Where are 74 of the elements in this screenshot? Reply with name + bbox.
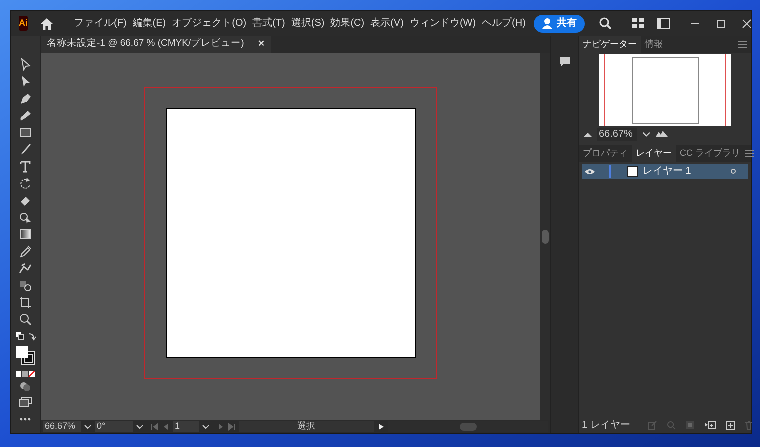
person-icon [542, 18, 553, 29]
tool-status[interactable]: 選択 [239, 421, 374, 432]
scroll-thumb[interactable] [542, 230, 548, 244]
zoom-in-icon[interactable] [656, 131, 668, 137]
dropdown-icon[interactable] [202, 422, 210, 430]
selection-arrow-icon[interactable] [19, 58, 32, 71]
eyedropper-icon[interactable] [19, 245, 32, 258]
pen-icon[interactable] [19, 92, 32, 105]
panel-icon[interactable] [656, 18, 670, 29]
panel-menu-icon[interactable] [738, 41, 747, 48]
dropdown-icon[interactable] [642, 130, 651, 138]
menu-item[interactable]: 編集(E) [132, 16, 166, 31]
comment-icon[interactable] [558, 56, 570, 68]
eye-icon[interactable] [585, 168, 595, 174]
more-icon[interactable] [20, 418, 31, 421]
rectangle-icon[interactable] [19, 126, 32, 139]
app-logo: Ai [19, 16, 28, 31]
shape-builder-icon[interactable] [19, 211, 32, 224]
play-icon[interactable] [377, 422, 385, 430]
panel-tab[interactable]: ナビゲーター [579, 36, 641, 53]
new-layer-icon[interactable] [726, 421, 736, 430]
menu-item[interactable]: ヘルプ(H) [482, 16, 526, 31]
rotate-icon[interactable] [19, 177, 32, 190]
swap-colors-icon[interactable] [16, 332, 36, 341]
brush-icon[interactable] [19, 143, 32, 156]
curvature-pen-icon[interactable] [19, 109, 32, 122]
search-icon[interactable] [598, 17, 612, 30]
new-sublayer-icon[interactable] [705, 421, 716, 430]
panel-tab[interactable]: レイヤー [632, 145, 676, 162]
artboard-icon[interactable] [19, 296, 32, 309]
menu-item[interactable]: ウィンドウ(W) [410, 16, 476, 31]
type-icon[interactable] [19, 160, 32, 173]
artboard-field[interactable]: 1 [173, 421, 199, 432]
next-page-icon[interactable] [217, 422, 225, 430]
layer-thumbnail [627, 166, 638, 177]
menu-item[interactable]: 表示(V) [370, 16, 404, 31]
scroll-thumb[interactable] [460, 422, 476, 430]
home-icon[interactable] [40, 16, 54, 30]
gradient-icon[interactable] [19, 228, 32, 241]
menu-item[interactable]: ファイル(F) [74, 16, 127, 31]
close-tab-icon[interactable]: × [258, 36, 265, 53]
view-rectangle [632, 56, 698, 124]
menu-item[interactable]: 書式(T) [252, 16, 286, 31]
layer-count: 1 レイヤー [582, 419, 630, 433]
screen-mode-icon[interactable] [19, 397, 32, 407]
target-icon[interactable] [731, 169, 736, 174]
zoom-field[interactable]: 66.67% [43, 421, 81, 432]
last-page-icon[interactable] [228, 422, 236, 430]
dropdown-icon[interactable] [84, 422, 92, 430]
previous-page-icon[interactable] [162, 422, 170, 430]
direct-selection-icon[interactable] [19, 75, 32, 88]
menu-item[interactable]: 効果(C) [330, 16, 365, 31]
bleed-line [604, 54, 605, 126]
zoom-field[interactable]: 66.67% [597, 128, 637, 140]
zoom-out-icon[interactable] [584, 132, 592, 136]
close-icon[interactable] [742, 18, 752, 28]
bleed-line [725, 54, 726, 126]
menu-item[interactable]: 選択(S) [291, 16, 325, 31]
fill-stroke-icon[interactable] [16, 346, 36, 366]
panel-menu-icon[interactable] [744, 150, 754, 157]
share-button[interactable]: 共有 [534, 14, 585, 32]
first-page-icon[interactable] [151, 422, 159, 430]
draw-mode-icon[interactable] [20, 382, 31, 392]
dropdown-icon[interactable] [136, 422, 144, 430]
rotation-field[interactable]: 0° [95, 421, 133, 432]
workspace-icon[interactable] [632, 18, 645, 29]
maximize-icon[interactable] [716, 18, 726, 28]
color-mode-icon[interactable] [16, 371, 36, 377]
menu-item[interactable]: オブジェクト(O) [172, 16, 247, 31]
layer-name: レイヤー 1 [643, 165, 692, 179]
clipping-mask-icon[interactable] [686, 421, 696, 430]
document-tab[interactable]: 名称未設定-1 @ 66.67 % (CMYK/プレビュー) × [41, 36, 271, 53]
zoom-icon[interactable] [19, 313, 32, 326]
layer-row[interactable]: レイヤー 1 [582, 164, 748, 179]
